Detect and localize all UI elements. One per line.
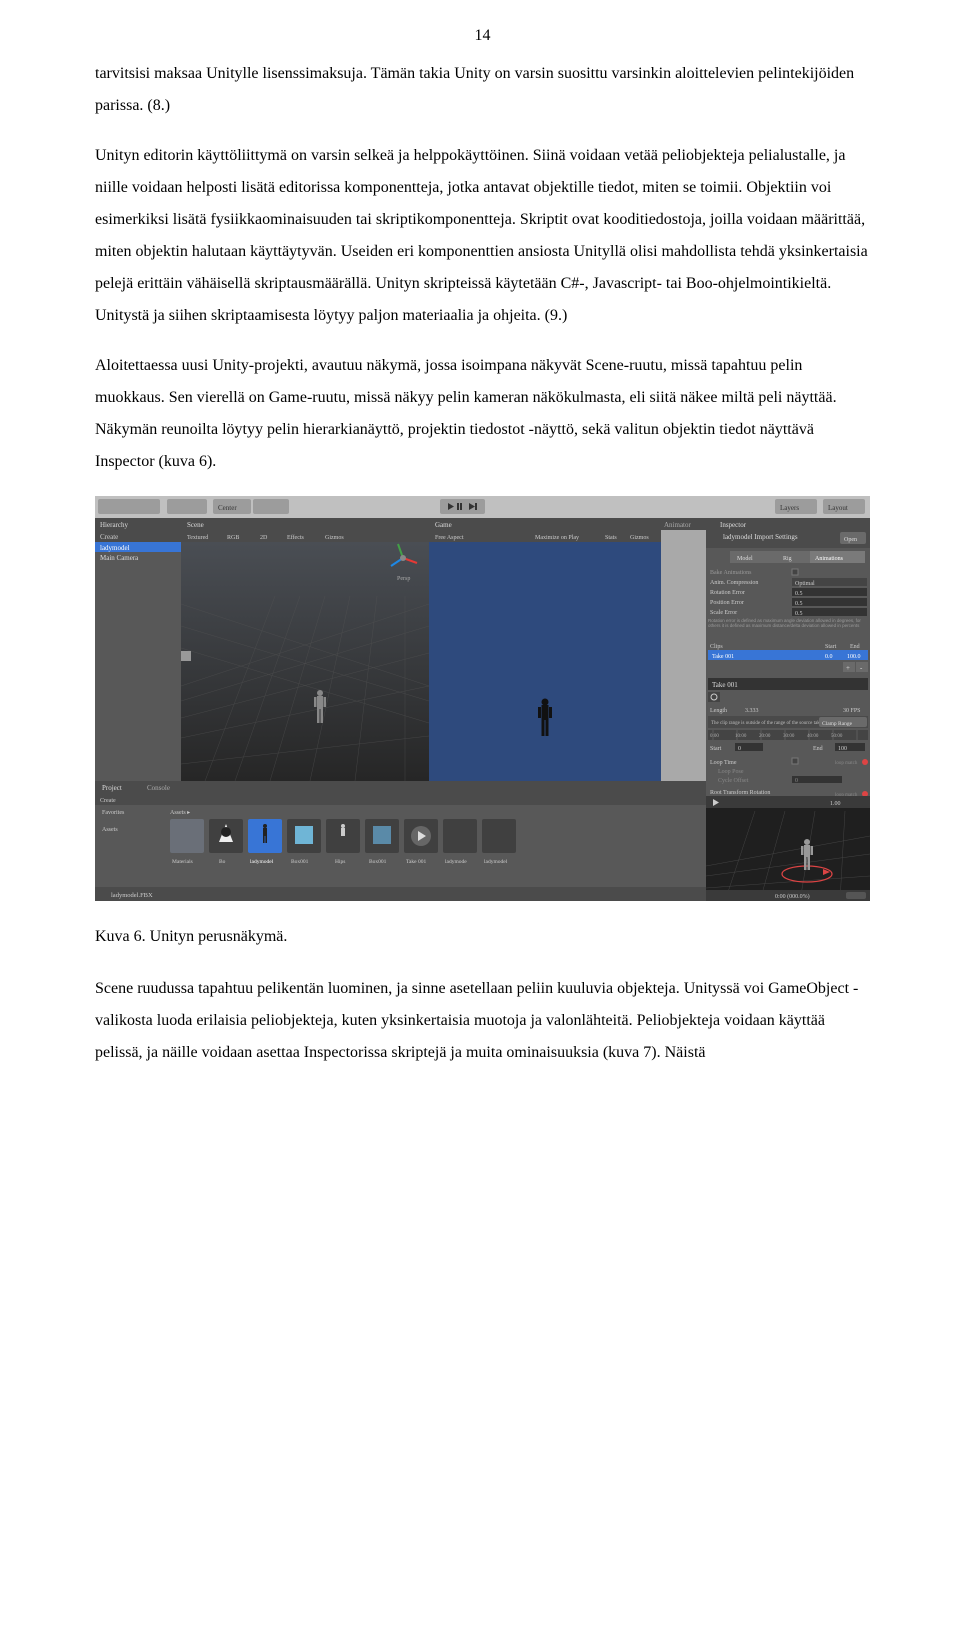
svg-text:Hips: Hips [335,859,345,865]
svg-text:3.333: 3.333 [745,708,759,714]
svg-text:0:00 (000.0%): 0:00 (000.0%) [775,893,810,900]
svg-text:0.5: 0.5 [795,601,803,607]
svg-text:Create: Create [100,798,116,804]
svg-text:0.5: 0.5 [795,611,803,617]
svg-text:The clip range is outside of t: The clip range is outside of the range o… [711,721,823,726]
svg-text:Game: Game [435,521,452,529]
svg-text:Rotation Error: Rotation Error [710,590,745,596]
svg-text:Bo: Bo [219,859,226,865]
svg-text:Stats: Stats [605,535,617,541]
svg-text:30 FPS: 30 FPS [843,708,861,714]
svg-text:Scene: Scene [187,521,204,529]
svg-text:Persp: Persp [397,576,410,582]
svg-text:Take 001: Take 001 [712,681,738,689]
svg-text:100: 100 [838,746,847,752]
svg-text:Scale Error: Scale Error [710,610,737,616]
svg-text:End: End [813,746,823,752]
unity-screenshot: Center Local Layers Layout Hierarchy Cre… [95,496,870,901]
svg-text:Maximize on Play: Maximize on Play [535,535,579,541]
svg-text:100.0: 100.0 [847,654,861,660]
paragraph-4: Scene ruudussa tapahtuu pelikentän luomi… [95,973,870,1069]
svg-text:Take 001: Take 001 [406,859,426,865]
svg-text:Effects: Effects [287,534,305,541]
svg-text:Box001: Box001 [369,859,387,865]
svg-text:20:00: 20:00 [759,734,771,739]
svg-text:Start: Start [710,746,722,752]
svg-text:Bake Animations: Bake Animations [710,570,752,576]
unity-editor-svg: Center Local Layers Layout Hierarchy Cre… [95,496,870,901]
svg-text:Optimal: Optimal [795,581,815,587]
svg-text:40:00: 40:00 [807,734,819,739]
svg-text:Root Transform Rotation: Root Transform Rotation [710,789,770,796]
svg-text:Start: Start [825,644,837,650]
svg-text:1.00: 1.00 [830,801,841,807]
page-number: 14 [95,20,870,52]
svg-text:Gizmos: Gizmos [630,535,649,541]
svg-text:Assets: Assets [102,827,118,833]
svg-text:Clamp Range: Clamp Range [822,721,853,727]
svg-text:ladymodel: ladymodel [484,859,508,865]
svg-text:Box001: Box001 [291,859,309,865]
svg-text:Rig: Rig [783,556,792,562]
svg-text:ladymodel: ladymodel [100,544,130,552]
svg-text:Console: Console [147,784,170,792]
svg-text:+: + [846,664,850,672]
svg-text:ladymodel: ladymodel [250,859,274,865]
svg-text:Gizmos: Gizmos [325,535,344,541]
svg-text:Create: Create [100,533,118,541]
svg-text:RGB: RGB [227,535,239,541]
svg-text:Open: Open [844,537,857,543]
svg-text:End: End [850,644,860,650]
svg-text:Assets ▸: Assets ▸ [170,810,190,816]
svg-text:Cycle Offset: Cycle Offset [718,777,749,784]
svg-text:2D: 2D [260,535,268,541]
svg-text:Layout: Layout [828,504,848,512]
svg-text:Clips: Clips [710,644,723,650]
svg-text:Animations: Animations [815,556,844,562]
figure-caption: Kuva 6. Unityn perusnäkymä. [95,921,870,953]
svg-text:Materials: Materials [172,859,193,865]
svg-text:ladymodel Import Settings: ladymodel Import Settings [723,533,798,541]
svg-text:10:00: 10:00 [735,734,747,739]
svg-text:Main Camera: Main Camera [100,554,139,562]
svg-text:ladymodel.FBX: ladymodel.FBX [111,892,153,899]
svg-text:Project: Project [102,784,122,792]
document-page: 14 tarvitsisi maksaa Unitylle lisenssima… [0,0,960,1127]
svg-text:Inspector: Inspector [720,521,747,529]
svg-text:0: 0 [738,746,741,752]
svg-text:Textured: Textured [187,535,208,541]
svg-text:0: 0 [795,778,798,784]
svg-text:Anim. Compression: Anim. Compression [710,580,758,586]
svg-text:Length: Length [710,708,727,714]
svg-text:30:00: 30:00 [783,734,795,739]
paragraph-2: Unityn editorin käyttöliittymä on varsin… [95,140,870,332]
paragraph-1: tarvitsisi maksaa Unitylle lisenssimaksu… [95,58,870,122]
svg-text:Free Aspect: Free Aspect [435,535,464,541]
svg-text:loop match: loop match [835,761,858,766]
paragraph-3: Aloitettaessa uusi Unity-projekti, avaut… [95,350,870,478]
svg-text:0:00: 0:00 [710,734,719,739]
svg-text:Hierarchy: Hierarchy [100,521,128,529]
svg-text:Loop Pose: Loop Pose [718,769,744,775]
svg-text:Position Error: Position Error [710,600,744,606]
svg-text:Take 001: Take 001 [712,654,734,660]
svg-text:50:00: 50:00 [831,734,843,739]
svg-text:Center: Center [218,504,237,512]
svg-text:Loop Time: Loop Time [710,760,737,766]
svg-text:Layers: Layers [780,504,799,512]
svg-text:Animator: Animator [664,521,691,529]
svg-text:0.5: 0.5 [795,591,803,597]
svg-text:Model: Model [737,556,753,562]
svg-text:ladymode: ladymode [445,859,467,865]
svg-text:Favorites: Favorites [102,810,125,816]
svg-text:0.0: 0.0 [825,654,833,660]
